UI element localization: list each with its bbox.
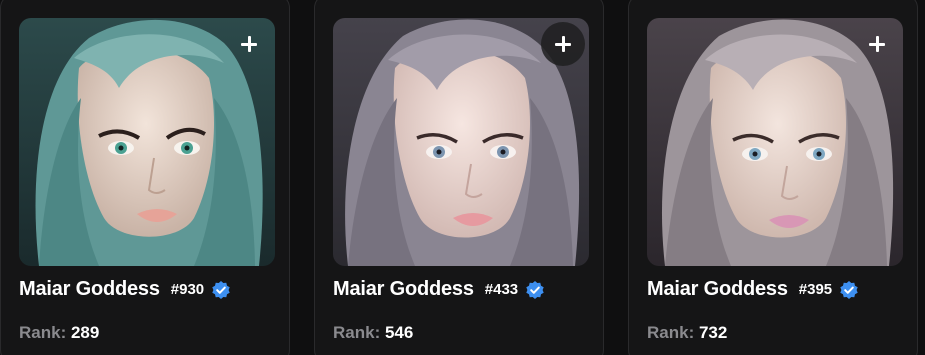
rank-label: Rank: [647, 323, 695, 342]
token-id: #395 [798, 281, 833, 298]
plus-icon [869, 36, 885, 52]
nft-name[interactable]: Maiar Goddess [333, 278, 474, 301]
rank-value: 546 [384, 323, 414, 342]
rank-row: Rank: 546 [333, 323, 413, 343]
add-button[interactable] [855, 22, 899, 66]
rank-row: Rank: 732 [647, 323, 727, 343]
verified-badge-icon [526, 280, 544, 299]
verified-badge-icon [840, 280, 858, 299]
title-row: Maiar Goddess #395 [647, 278, 859, 301]
verified-badge-icon [212, 280, 230, 299]
plus-icon [241, 36, 257, 52]
rank-label: Rank: [333, 323, 381, 342]
rank-row: Rank: 289 [19, 323, 99, 343]
nft-image[interactable] [647, 18, 903, 266]
add-button[interactable] [541, 22, 585, 66]
token-id: #930 [170, 281, 205, 298]
nft-image[interactable] [333, 18, 589, 266]
nft-name[interactable]: Maiar Goddess [19, 278, 160, 301]
rank-value: 732 [698, 323, 728, 342]
rank-label: Rank: [19, 323, 67, 342]
nft-card-grid: Maiar Goddess #930 Rank: 289 Maiar Godde… [0, 0, 925, 355]
title-row: Maiar Goddess #930 [19, 278, 231, 301]
nft-card[interactable]: Maiar Goddess #433 Rank: 546 [314, 0, 604, 355]
nft-image[interactable] [19, 18, 275, 266]
rank-value: 289 [70, 323, 100, 342]
token-id: #433 [484, 281, 519, 298]
nft-card[interactable]: Maiar Goddess #395 Rank: 732 [628, 0, 918, 355]
plus-icon [555, 36, 571, 52]
title-row: Maiar Goddess #433 [333, 278, 545, 301]
nft-name[interactable]: Maiar Goddess [647, 278, 788, 301]
nft-card[interactable]: Maiar Goddess #930 Rank: 289 [0, 0, 290, 355]
add-button[interactable] [227, 22, 271, 66]
